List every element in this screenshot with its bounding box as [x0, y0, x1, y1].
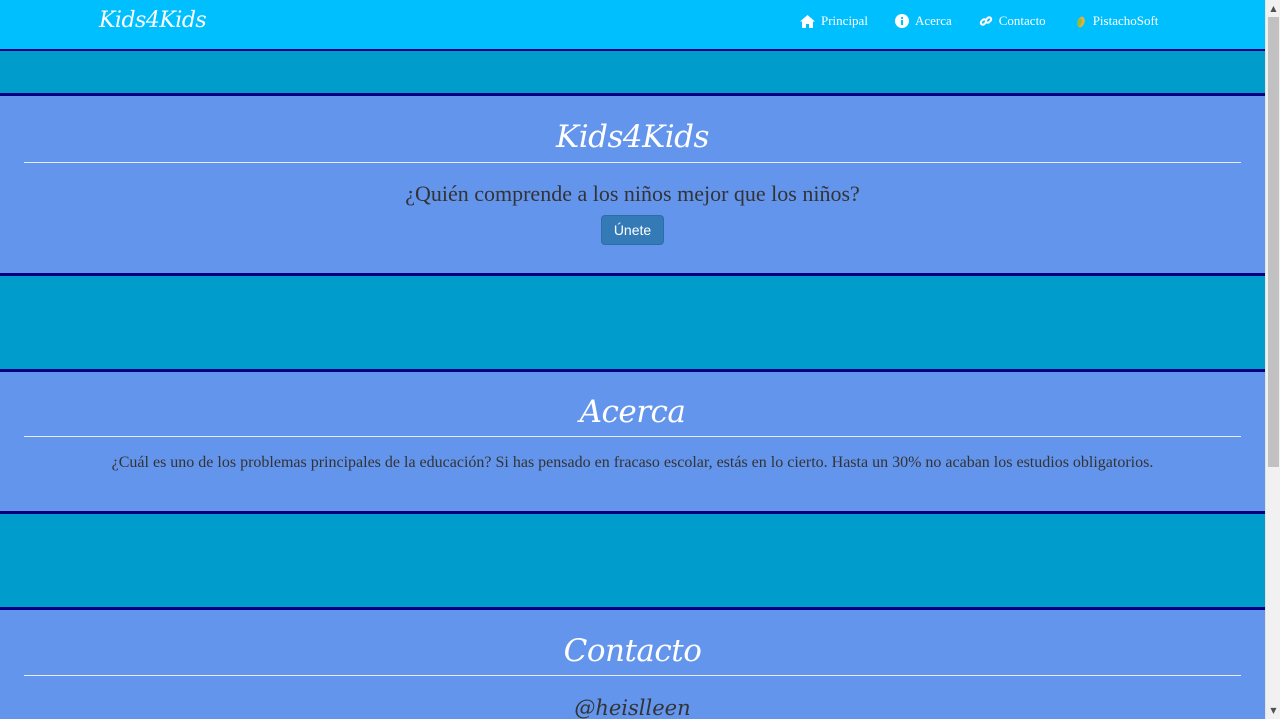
nav-link-principal[interactable]: Principal [800, 13, 868, 29]
spacer-band [0, 514, 1265, 608]
page: Kids4Kids Principal Acerca Contacto Pist… [0, 0, 1265, 719]
nav-link-acerca[interactable]: Acerca [894, 13, 952, 29]
about-title: Acerca [579, 394, 686, 430]
hero-title: Kids4Kids [556, 119, 709, 155]
nav-label-pistachosoft: PistachoSoft [1092, 13, 1159, 28]
about-divider [24, 436, 1241, 437]
scroll-up-icon[interactable]: ▲ [1266, 0, 1280, 17]
contact-handle[interactable]: @heislleen [0, 696, 1265, 719]
nav-label-acerca: Acerca [914, 13, 952, 28]
join-button[interactable]: Únete [600, 215, 665, 245]
info-icon [894, 14, 909, 28]
scrollbar[interactable]: ▲ ▼ [1265, 0, 1280, 719]
pistachio-icon [1073, 14, 1087, 28]
scroll-down-icon[interactable]: ▼ [1266, 702, 1280, 719]
nav-label-contacto: Contacto [998, 13, 1046, 28]
about-section: Acerca ¿Cuál es uno de los problemas pri… [0, 369, 1265, 514]
spacer-band [0, 276, 1265, 370]
contact-divider [24, 675, 1241, 676]
spacer-band [0, 51, 1265, 94]
about-text: ¿Cuál es uno de los problemas principale… [111, 454, 1154, 471]
nav-links: Principal Acerca Contacto PistachoSoft [800, 13, 1185, 29]
contact-section: Contacto @heislleen [0, 607, 1265, 719]
brand-link[interactable]: Kids4Kids [99, 8, 207, 33]
scroll-thumb[interactable] [1268, 17, 1279, 467]
navbar: Kids4Kids Principal Acerca Contacto Pist… [0, 0, 1265, 51]
nav-link-pistachosoft[interactable]: PistachoSoft [1073, 13, 1159, 29]
link-icon [979, 14, 993, 28]
nav-link-contacto[interactable]: Contacto [979, 13, 1046, 29]
hero-tagline: ¿Quién comprende a los niños mejor que l… [405, 181, 860, 206]
hero-divider [24, 162, 1241, 163]
hero-section: Kids4Kids ¿Quién comprende a los niños m… [0, 93, 1265, 276]
nav-label-principal: Principal [821, 13, 868, 28]
home-icon [800, 14, 815, 28]
contact-title: Contacto [563, 633, 702, 669]
